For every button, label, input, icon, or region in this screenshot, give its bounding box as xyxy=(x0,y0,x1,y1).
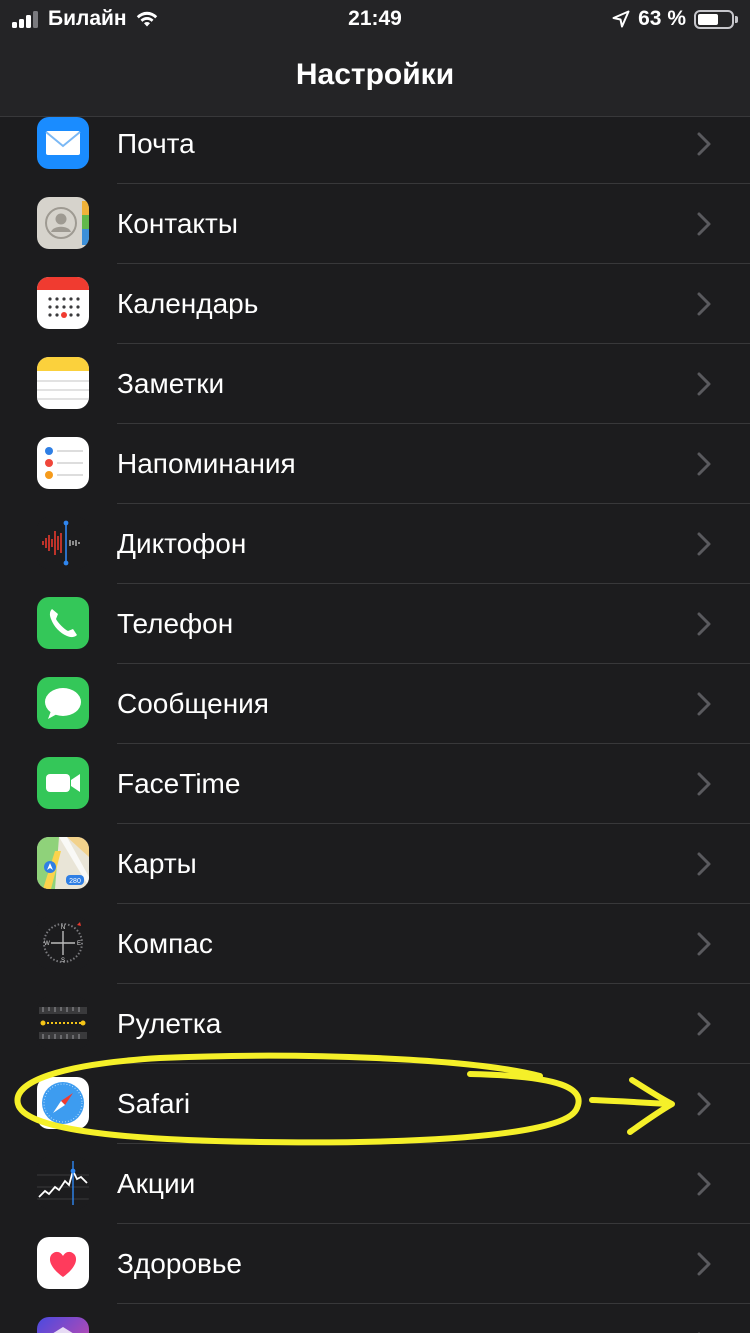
phone-icon xyxy=(37,597,89,649)
settings-row-label: FaceTime xyxy=(117,768,241,799)
page-title: Настройки xyxy=(295,58,455,91)
notes-icon xyxy=(37,357,89,409)
svg-text:W: W xyxy=(44,941,50,947)
settings-row-label: Сообщения xyxy=(117,688,269,719)
shortcuts-icon xyxy=(37,1317,89,1333)
settings-row-calendar[interactable]: Календарь xyxy=(0,264,750,344)
contacts-icon xyxy=(37,197,89,249)
settings-row-label: Акции xyxy=(117,1168,196,1199)
chevron-right-icon xyxy=(694,290,714,318)
chevron-right-icon xyxy=(694,1010,714,1038)
chevron-right-icon xyxy=(694,930,714,958)
chevron-right-icon xyxy=(694,370,714,398)
chevron-right-icon xyxy=(694,690,714,718)
voice-memos-icon xyxy=(37,517,89,569)
chevron-right-icon xyxy=(694,530,714,558)
svg-text:N: N xyxy=(61,925,65,931)
safari-icon xyxy=(37,1077,89,1129)
settings-row-label: Safari xyxy=(117,1088,191,1119)
settings-row-stocks[interactable]: Акции xyxy=(0,1144,750,1224)
settings-row-label: Рулетка xyxy=(117,1008,222,1039)
svg-text:E: E xyxy=(77,941,81,947)
status-right: 63 % xyxy=(612,7,738,31)
chevron-right-icon xyxy=(694,450,714,478)
settings-row-health[interactable]: Здоровье xyxy=(0,1224,750,1304)
location-arrow-icon xyxy=(612,10,630,28)
chevron-right-icon xyxy=(694,770,714,798)
settings-row-label: Карты xyxy=(117,848,197,879)
settings-row-safari[interactable]: Safari xyxy=(0,1064,750,1144)
battery-percent: 63 % xyxy=(638,7,686,30)
settings-row-label: Телефон xyxy=(117,608,234,639)
reminders-icon xyxy=(37,437,89,489)
settings-row-reminders[interactable]: Напоминания xyxy=(0,424,750,504)
stocks-icon xyxy=(37,1157,89,1209)
calendar-icon xyxy=(37,277,89,329)
chevron-right-icon xyxy=(694,130,714,158)
settings-row-label: Здоровье xyxy=(117,1248,243,1279)
settings-row-voice-memos[interactable]: Диктофон xyxy=(0,504,750,584)
svg-text:280: 280 xyxy=(69,878,81,885)
settings-row-maps[interactable]: 280 Карты xyxy=(0,824,750,904)
settings-row-label: Контакты xyxy=(117,208,238,239)
chevron-right-icon xyxy=(694,850,714,878)
settings-row-label: Напоминания xyxy=(117,448,296,479)
maps-icon: 280 xyxy=(37,837,89,889)
settings-row-compass[interactable]: N S W E Компас xyxy=(0,904,750,984)
settings-row-notes[interactable]: Заметки xyxy=(0,344,750,424)
settings-screen: Билайн 21:49 63 % Настройки Почта Контакт… xyxy=(0,0,750,1333)
facetime-icon xyxy=(37,757,89,809)
messages-icon xyxy=(37,677,89,729)
chevron-right-icon xyxy=(694,1250,714,1278)
battery-icon xyxy=(694,9,738,29)
mail-icon xyxy=(37,117,89,169)
settings-row-label: Заметки xyxy=(117,368,225,399)
chevron-right-icon xyxy=(694,1090,714,1118)
status-bar: Билайн 21:49 63 % xyxy=(0,0,750,40)
top-bar: Билайн 21:49 63 % Настройки xyxy=(0,0,750,117)
measure-icon xyxy=(37,997,89,1049)
health-icon xyxy=(37,1237,89,1289)
settings-row-shortcuts[interactable] xyxy=(0,1304,750,1333)
settings-row-label: Диктофон xyxy=(117,528,247,559)
settings-row-facetime[interactable]: FaceTime xyxy=(0,744,750,824)
settings-row-phone[interactable]: Телефон xyxy=(0,584,750,664)
settings-row-measure[interactable]: Рулетка xyxy=(0,984,750,1064)
chevron-right-icon xyxy=(694,610,714,638)
svg-text:S: S xyxy=(61,958,65,964)
chevron-right-icon xyxy=(694,1170,714,1198)
settings-list: Почта Контакты Календарь Заметки Напоминания… xyxy=(0,104,750,1333)
settings-row-contacts[interactable]: Контакты xyxy=(0,184,750,264)
settings-row-label: Календарь xyxy=(117,288,259,319)
settings-row-messages[interactable]: Сообщения xyxy=(0,664,750,744)
compass-icon: N S W E xyxy=(37,917,89,969)
chevron-right-icon xyxy=(694,210,714,238)
settings-row-label: Компас xyxy=(117,928,213,959)
